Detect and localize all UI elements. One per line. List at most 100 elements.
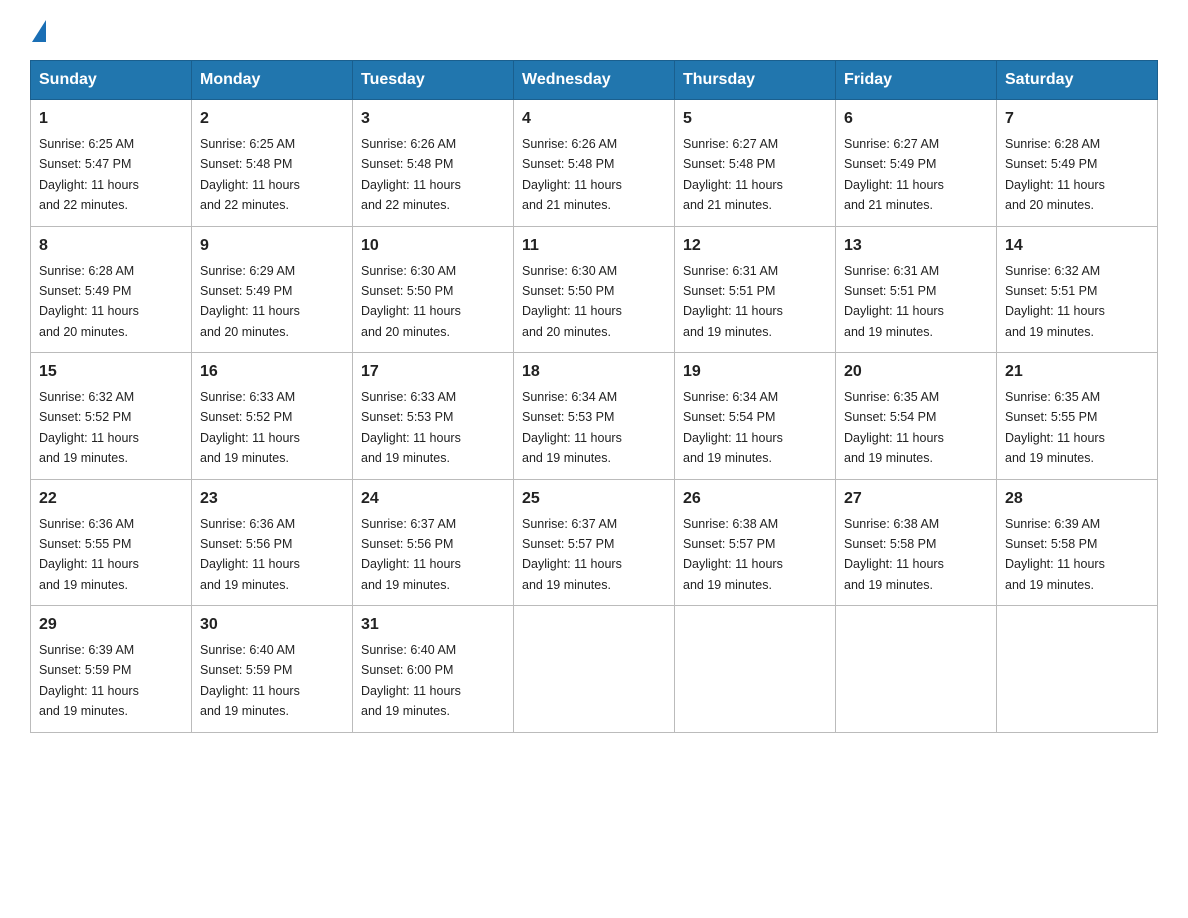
day-number: 5	[683, 107, 827, 131]
day-number: 14	[1005, 234, 1149, 258]
logo	[30, 20, 48, 42]
day-info: Sunrise: 6:37 AMSunset: 5:57 PMDaylight:…	[522, 517, 622, 592]
day-info: Sunrise: 6:29 AMSunset: 5:49 PMDaylight:…	[200, 264, 300, 339]
day-number: 30	[200, 613, 344, 637]
day-info: Sunrise: 6:28 AMSunset: 5:49 PMDaylight:…	[1005, 137, 1105, 212]
day-number: 28	[1005, 487, 1149, 511]
day-info: Sunrise: 6:27 AMSunset: 5:48 PMDaylight:…	[683, 137, 783, 212]
day-number: 31	[361, 613, 505, 637]
day-cell: 13 Sunrise: 6:31 AMSunset: 5:51 PMDaylig…	[836, 226, 997, 353]
day-number: 16	[200, 360, 344, 384]
week-row-4: 22 Sunrise: 6:36 AMSunset: 5:55 PMDaylig…	[31, 479, 1158, 606]
day-cell: 10 Sunrise: 6:30 AMSunset: 5:50 PMDaylig…	[353, 226, 514, 353]
day-cell: 6 Sunrise: 6:27 AMSunset: 5:49 PMDayligh…	[836, 100, 997, 227]
day-number: 1	[39, 107, 183, 131]
day-info: Sunrise: 6:38 AMSunset: 5:57 PMDaylight:…	[683, 517, 783, 592]
day-number: 4	[522, 107, 666, 131]
day-number: 13	[844, 234, 988, 258]
logo-triangle-icon	[32, 20, 46, 42]
day-cell	[514, 606, 675, 733]
day-info: Sunrise: 6:39 AMSunset: 5:59 PMDaylight:…	[39, 643, 139, 718]
day-cell: 18 Sunrise: 6:34 AMSunset: 5:53 PMDaylig…	[514, 353, 675, 480]
day-cell: 5 Sunrise: 6:27 AMSunset: 5:48 PMDayligh…	[675, 100, 836, 227]
day-number: 11	[522, 234, 666, 258]
day-number: 22	[39, 487, 183, 511]
day-info: Sunrise: 6:31 AMSunset: 5:51 PMDaylight:…	[844, 264, 944, 339]
day-info: Sunrise: 6:35 AMSunset: 5:54 PMDaylight:…	[844, 390, 944, 465]
day-number: 12	[683, 234, 827, 258]
calendar-table: SundayMondayTuesdayWednesdayThursdayFrid…	[30, 60, 1158, 733]
day-info: Sunrise: 6:26 AMSunset: 5:48 PMDaylight:…	[522, 137, 622, 212]
day-cell: 24 Sunrise: 6:37 AMSunset: 5:56 PMDaylig…	[353, 479, 514, 606]
day-cell: 30 Sunrise: 6:40 AMSunset: 5:59 PMDaylig…	[192, 606, 353, 733]
day-number: 2	[200, 107, 344, 131]
col-header-saturday: Saturday	[997, 61, 1158, 100]
day-info: Sunrise: 6:32 AMSunset: 5:52 PMDaylight:…	[39, 390, 139, 465]
day-info: Sunrise: 6:36 AMSunset: 5:56 PMDaylight:…	[200, 517, 300, 592]
day-info: Sunrise: 6:30 AMSunset: 5:50 PMDaylight:…	[522, 264, 622, 339]
day-number: 20	[844, 360, 988, 384]
day-number: 26	[683, 487, 827, 511]
day-cell: 22 Sunrise: 6:36 AMSunset: 5:55 PMDaylig…	[31, 479, 192, 606]
calendar-header: SundayMondayTuesdayWednesdayThursdayFrid…	[31, 61, 1158, 100]
day-cell: 26 Sunrise: 6:38 AMSunset: 5:57 PMDaylig…	[675, 479, 836, 606]
col-header-sunday: Sunday	[31, 61, 192, 100]
day-info: Sunrise: 6:26 AMSunset: 5:48 PMDaylight:…	[361, 137, 461, 212]
col-header-wednesday: Wednesday	[514, 61, 675, 100]
day-number: 15	[39, 360, 183, 384]
day-cell: 4 Sunrise: 6:26 AMSunset: 5:48 PMDayligh…	[514, 100, 675, 227]
col-header-friday: Friday	[836, 61, 997, 100]
days-of-week-row: SundayMondayTuesdayWednesdayThursdayFrid…	[31, 61, 1158, 100]
day-cell: 14 Sunrise: 6:32 AMSunset: 5:51 PMDaylig…	[997, 226, 1158, 353]
day-info: Sunrise: 6:31 AMSunset: 5:51 PMDaylight:…	[683, 264, 783, 339]
week-row-5: 29 Sunrise: 6:39 AMSunset: 5:59 PMDaylig…	[31, 606, 1158, 733]
day-cell: 3 Sunrise: 6:26 AMSunset: 5:48 PMDayligh…	[353, 100, 514, 227]
day-cell: 19 Sunrise: 6:34 AMSunset: 5:54 PMDaylig…	[675, 353, 836, 480]
day-cell: 28 Sunrise: 6:39 AMSunset: 5:58 PMDaylig…	[997, 479, 1158, 606]
day-info: Sunrise: 6:25 AMSunset: 5:47 PMDaylight:…	[39, 137, 139, 212]
day-cell: 9 Sunrise: 6:29 AMSunset: 5:49 PMDayligh…	[192, 226, 353, 353]
day-number: 3	[361, 107, 505, 131]
day-info: Sunrise: 6:32 AMSunset: 5:51 PMDaylight:…	[1005, 264, 1105, 339]
day-info: Sunrise: 6:30 AMSunset: 5:50 PMDaylight:…	[361, 264, 461, 339]
day-number: 18	[522, 360, 666, 384]
day-info: Sunrise: 6:27 AMSunset: 5:49 PMDaylight:…	[844, 137, 944, 212]
day-info: Sunrise: 6:38 AMSunset: 5:58 PMDaylight:…	[844, 517, 944, 592]
day-cell	[997, 606, 1158, 733]
day-cell: 27 Sunrise: 6:38 AMSunset: 5:58 PMDaylig…	[836, 479, 997, 606]
day-number: 9	[200, 234, 344, 258]
page-header	[30, 20, 1158, 42]
day-cell	[675, 606, 836, 733]
day-number: 23	[200, 487, 344, 511]
day-number: 21	[1005, 360, 1149, 384]
day-cell: 8 Sunrise: 6:28 AMSunset: 5:49 PMDayligh…	[31, 226, 192, 353]
day-cell: 2 Sunrise: 6:25 AMSunset: 5:48 PMDayligh…	[192, 100, 353, 227]
day-cell: 16 Sunrise: 6:33 AMSunset: 5:52 PMDaylig…	[192, 353, 353, 480]
day-info: Sunrise: 6:34 AMSunset: 5:53 PMDaylight:…	[522, 390, 622, 465]
day-info: Sunrise: 6:25 AMSunset: 5:48 PMDaylight:…	[200, 137, 300, 212]
day-number: 10	[361, 234, 505, 258]
day-cell: 31 Sunrise: 6:40 AMSunset: 6:00 PMDaylig…	[353, 606, 514, 733]
day-number: 7	[1005, 107, 1149, 131]
day-cell	[836, 606, 997, 733]
day-cell: 29 Sunrise: 6:39 AMSunset: 5:59 PMDaylig…	[31, 606, 192, 733]
day-info: Sunrise: 6:34 AMSunset: 5:54 PMDaylight:…	[683, 390, 783, 465]
day-info: Sunrise: 6:40 AMSunset: 6:00 PMDaylight:…	[361, 643, 461, 718]
day-info: Sunrise: 6:33 AMSunset: 5:53 PMDaylight:…	[361, 390, 461, 465]
day-info: Sunrise: 6:35 AMSunset: 5:55 PMDaylight:…	[1005, 390, 1105, 465]
day-cell: 25 Sunrise: 6:37 AMSunset: 5:57 PMDaylig…	[514, 479, 675, 606]
logo-text	[30, 20, 48, 42]
week-row-1: 1 Sunrise: 6:25 AMSunset: 5:47 PMDayligh…	[31, 100, 1158, 227]
calendar-body: 1 Sunrise: 6:25 AMSunset: 5:47 PMDayligh…	[31, 100, 1158, 733]
day-info: Sunrise: 6:39 AMSunset: 5:58 PMDaylight:…	[1005, 517, 1105, 592]
day-number: 24	[361, 487, 505, 511]
col-header-thursday: Thursday	[675, 61, 836, 100]
col-header-monday: Monday	[192, 61, 353, 100]
day-cell: 17 Sunrise: 6:33 AMSunset: 5:53 PMDaylig…	[353, 353, 514, 480]
day-number: 8	[39, 234, 183, 258]
day-cell: 7 Sunrise: 6:28 AMSunset: 5:49 PMDayligh…	[997, 100, 1158, 227]
day-cell: 11 Sunrise: 6:30 AMSunset: 5:50 PMDaylig…	[514, 226, 675, 353]
day-info: Sunrise: 6:28 AMSunset: 5:49 PMDaylight:…	[39, 264, 139, 339]
day-cell: 21 Sunrise: 6:35 AMSunset: 5:55 PMDaylig…	[997, 353, 1158, 480]
col-header-tuesday: Tuesday	[353, 61, 514, 100]
